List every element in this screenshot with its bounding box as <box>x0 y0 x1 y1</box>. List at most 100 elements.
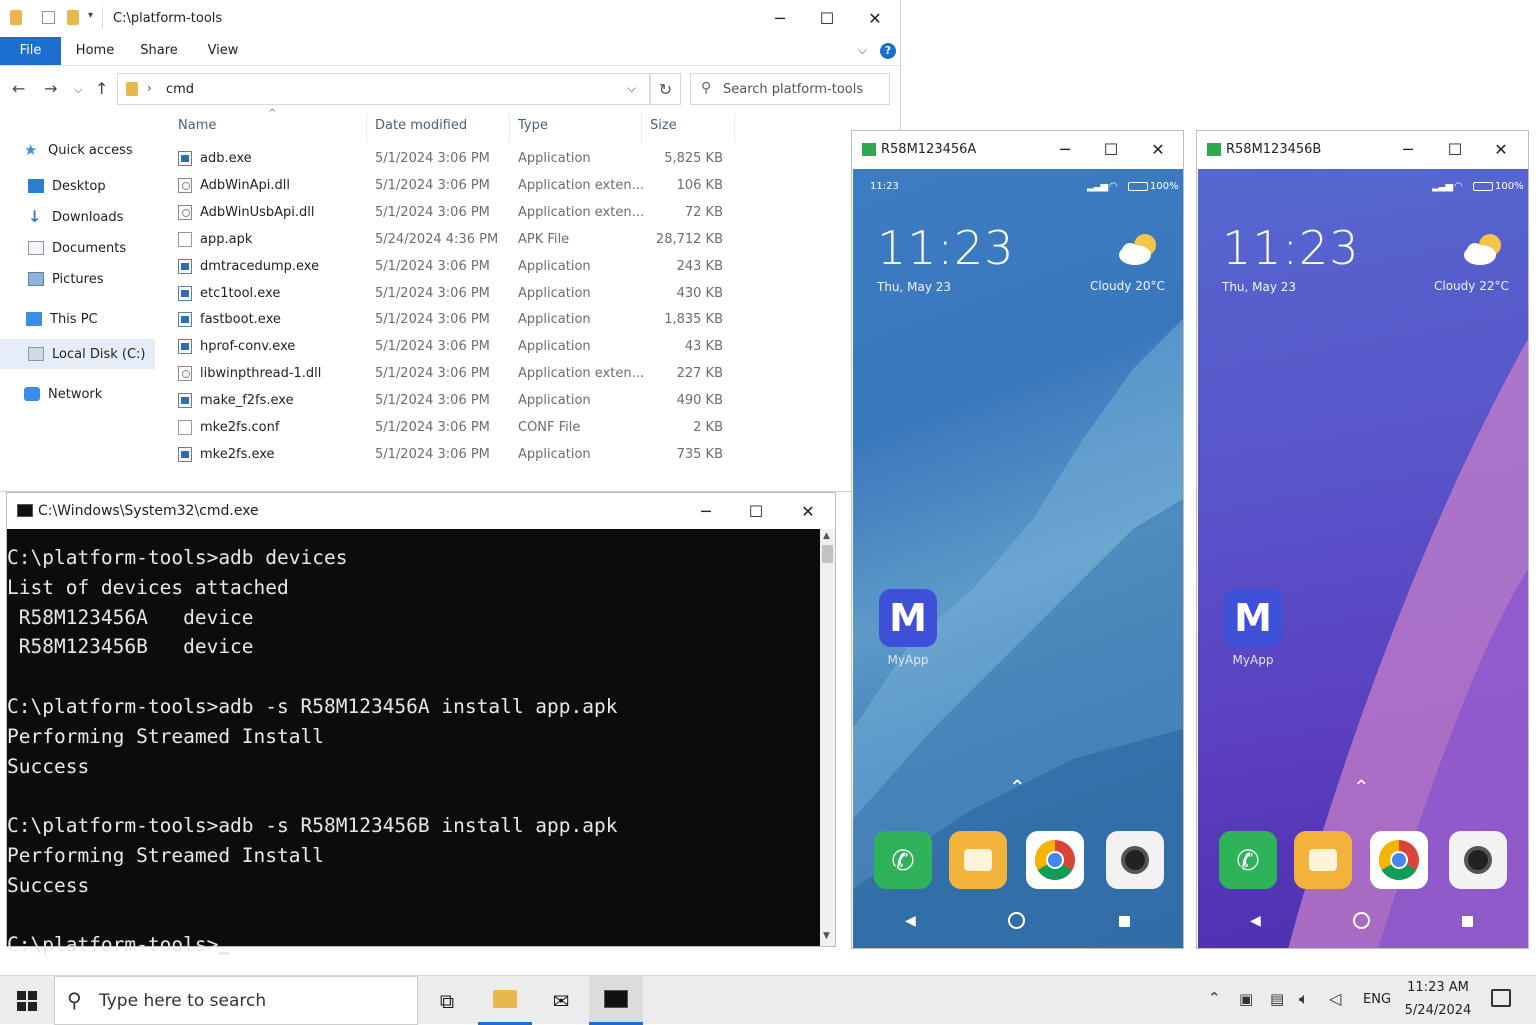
nav-recents-icon[interactable] <box>1462 916 1473 927</box>
messages-app-icon[interactable] <box>1294 831 1352 889</box>
sidebar-item-quick-access[interactable]: ★ Quick access <box>24 139 133 161</box>
vertical-scrollbar[interactable]: ▲ ▼ <box>820 529 835 946</box>
phone-app-icon[interactable]: ✆ <box>1219 831 1277 889</box>
table-row[interactable]: adb.exe 5/1/2024 3:06 PM Application 5,825 … <box>170 146 740 172</box>
table-row[interactable]: fastboot.exe 5/1/2024 3:06 PM Application 1… <box>170 307 740 333</box>
app-drawer-chevron-icon[interactable]: ⌃ <box>1353 775 1370 799</box>
column-header-date[interactable]: Date modified <box>375 118 467 133</box>
chrome-app-icon[interactable] <box>1370 831 1428 889</box>
column-divider[interactable] <box>366 114 367 142</box>
scrollbar-thumb[interactable] <box>822 545 833 563</box>
table-row[interactable]: libwinpthread-1.dll 5/1/2024 3:06 PM Appli… <box>170 361 740 387</box>
camera-app-icon[interactable] <box>1449 831 1507 889</box>
show-hidden-icons-icon[interactable]: ⌃ <box>1208 989 1221 1007</box>
phone-screen[interactable]: 11:23 ▂▃▅ ◠ 100% 11:23 Thu, May 23 Cloud… <box>853 169 1183 948</box>
file-explorer-taskbar-icon[interactable] <box>478 976 532 1025</box>
nav-home-icon[interactable] <box>1008 912 1025 929</box>
language-indicator[interactable]: ENG <box>1363 992 1391 1007</box>
search-box[interactable]: ⚲ Search platform-tools <box>690 73 890 105</box>
refresh-icon[interactable]: ↻ <box>650 73 681 105</box>
myapp-icon[interactable]: M <box>1224 589 1282 647</box>
forward-arrow-icon[interactable]: → <box>44 79 57 98</box>
new-folder-icon[interactable] <box>67 10 79 25</box>
minimize-button[interactable]: ─ <box>683 493 729 529</box>
help-icon[interactable]: ? <box>880 43 896 59</box>
clock-widget[interactable]: 11:23 <box>1222 221 1360 275</box>
phone-app-icon[interactable]: ✆ <box>874 831 932 889</box>
maximize-button[interactable]: ☐ <box>1432 131 1478 167</box>
close-button[interactable]: ✕ <box>1135 131 1181 167</box>
taskbar-search-placeholder[interactable]: Type here to search <box>99 991 266 1011</box>
table-row[interactable]: mke2fs.exe 5/1/2024 3:06 PM Application 735… <box>170 442 740 468</box>
nav-recents-icon[interactable] <box>1119 916 1130 927</box>
clock-widget[interactable]: 11:23 <box>877 221 1015 275</box>
nav-home-icon[interactable] <box>1353 912 1370 929</box>
mail-icon[interactable]: ✉ <box>534 976 588 1025</box>
expand-ribbon-icon[interactable]: ⌵ <box>858 43 867 58</box>
tab-file[interactable]: File <box>0 37 61 65</box>
column-header-name[interactable]: Name <box>178 118 216 133</box>
close-button[interactable]: ✕ <box>852 0 898 36</box>
tab-home[interactable]: Home <box>70 37 120 65</box>
phone-screen[interactable]: ▂▃▅ ◠ 100% 11:23 Thu, May 23 Cloudy 22°C… <box>1198 169 1528 948</box>
sidebar-item-local-disk[interactable]: Local Disk (C:) <box>28 343 145 365</box>
minimize-button[interactable]: ─ <box>1042 131 1088 167</box>
table-row[interactable]: AdbWinApi.dll 5/1/2024 3:06 PM Application… <box>170 173 740 199</box>
sidebar-item-this-pc[interactable]: This PC <box>26 308 98 330</box>
column-divider[interactable] <box>734 114 735 142</box>
speaker-icon[interactable]: ◁ <box>1329 989 1341 1008</box>
sidebar-item-network[interactable]: Network <box>24 383 102 405</box>
recent-locations-icon[interactable]: ⌵ <box>74 83 82 97</box>
tab-share[interactable]: Share <box>134 37 184 65</box>
back-arrow-icon[interactable]: ← <box>12 79 25 98</box>
table-row[interactable]: app.apk 5/24/2024 4:36 PM APK File 28,712 K… <box>170 227 740 253</box>
myapp-icon[interactable]: M <box>879 589 937 647</box>
task-view-icon[interactable]: ⧉ <box>420 976 474 1025</box>
address-bar[interactable]: › cmd ⌵ <box>117 73 650 105</box>
properties-icon[interactable] <box>42 11 55 24</box>
start-button[interactable] <box>0 976 54 1025</box>
search-placeholder[interactable]: Search platform-tools <box>723 82 863 97</box>
table-row[interactable]: hprof-conv.exe 5/1/2024 3:06 PM Applicatio… <box>170 334 740 360</box>
nav-back-icon[interactable]: ◀ <box>1250 913 1261 929</box>
volume-icon[interactable]: 🔈︎ <box>1299 989 1309 1009</box>
up-arrow-icon[interactable]: ↑ <box>95 79 108 98</box>
column-divider[interactable] <box>641 114 642 142</box>
maximize-button[interactable]: ☐ <box>1088 131 1134 167</box>
table-row[interactable]: dmtracedump.exe 5/1/2024 3:06 PM Applicati… <box>170 254 740 280</box>
breadcrumb-folder[interactable]: cmd <box>166 82 194 97</box>
close-button[interactable]: ✕ <box>1478 131 1524 167</box>
cmd-taskbar-icon[interactable] <box>589 976 643 1025</box>
tab-view[interactable]: View <box>198 37 248 65</box>
table-row[interactable]: AdbWinUsbApi.dll 5/1/2024 3:06 PM Applicat… <box>170 200 740 226</box>
maximize-button[interactable]: ☐ <box>804 0 850 36</box>
camera-app-icon[interactable] <box>1106 831 1164 889</box>
maximize-button[interactable]: ☐ <box>733 493 779 529</box>
taskbar-search-box[interactable]: ⚲ Type here to search <box>54 976 418 1025</box>
sidebar-item-downloads[interactable]: ↓ Downloads <box>28 206 123 228</box>
minimize-button[interactable]: ─ <box>1385 131 1431 167</box>
table-row[interactable]: etc1tool.exe 5/1/2024 3:06 PM Application 4… <box>170 281 740 307</box>
breadcrumb-chevron-icon[interactable]: › <box>147 81 152 95</box>
table-row[interactable]: make_f2fs.exe 5/1/2024 3:06 PM Application… <box>170 388 740 414</box>
sidebar-item-pictures[interactable]: Pictures <box>28 268 103 290</box>
sidebar-item-documents[interactable]: Documents <box>28 237 126 259</box>
scroll-down-icon[interactable]: ▼ <box>823 931 830 941</box>
scroll-up-icon[interactable]: ▲ <box>823 531 830 541</box>
nav-back-icon[interactable]: ◀ <box>905 913 916 929</box>
minimize-button[interactable]: ─ <box>757 0 803 36</box>
console-output[interactable]: C:\platform-tools>adb devices List of dev… <box>7 529 820 956</box>
close-button[interactable]: ✕ <box>785 493 831 529</box>
chrome-app-icon[interactable] <box>1026 831 1084 889</box>
notifications-icon[interactable] <box>1491 989 1511 1007</box>
messages-app-icon[interactable] <box>949 831 1007 889</box>
column-header-size[interactable]: Size <box>650 118 677 133</box>
address-dropdown-icon[interactable]: ⌵ <box>627 81 636 96</box>
app-drawer-chevron-icon[interactable]: ⌃ <box>1009 775 1026 799</box>
column-divider[interactable] <box>509 114 510 142</box>
clock-date[interactable]: 5/24/2024 <box>1400 1003 1476 1018</box>
clock-time[interactable]: 11:23 AM <box>1400 980 1476 995</box>
network-status-icon[interactable]: ▤ <box>1270 990 1284 1008</box>
table-row[interactable]: mke2fs.conf 5/1/2024 3:06 PM CONF File 2 KB <box>170 415 740 441</box>
column-header-type[interactable]: Type <box>518 118 548 133</box>
